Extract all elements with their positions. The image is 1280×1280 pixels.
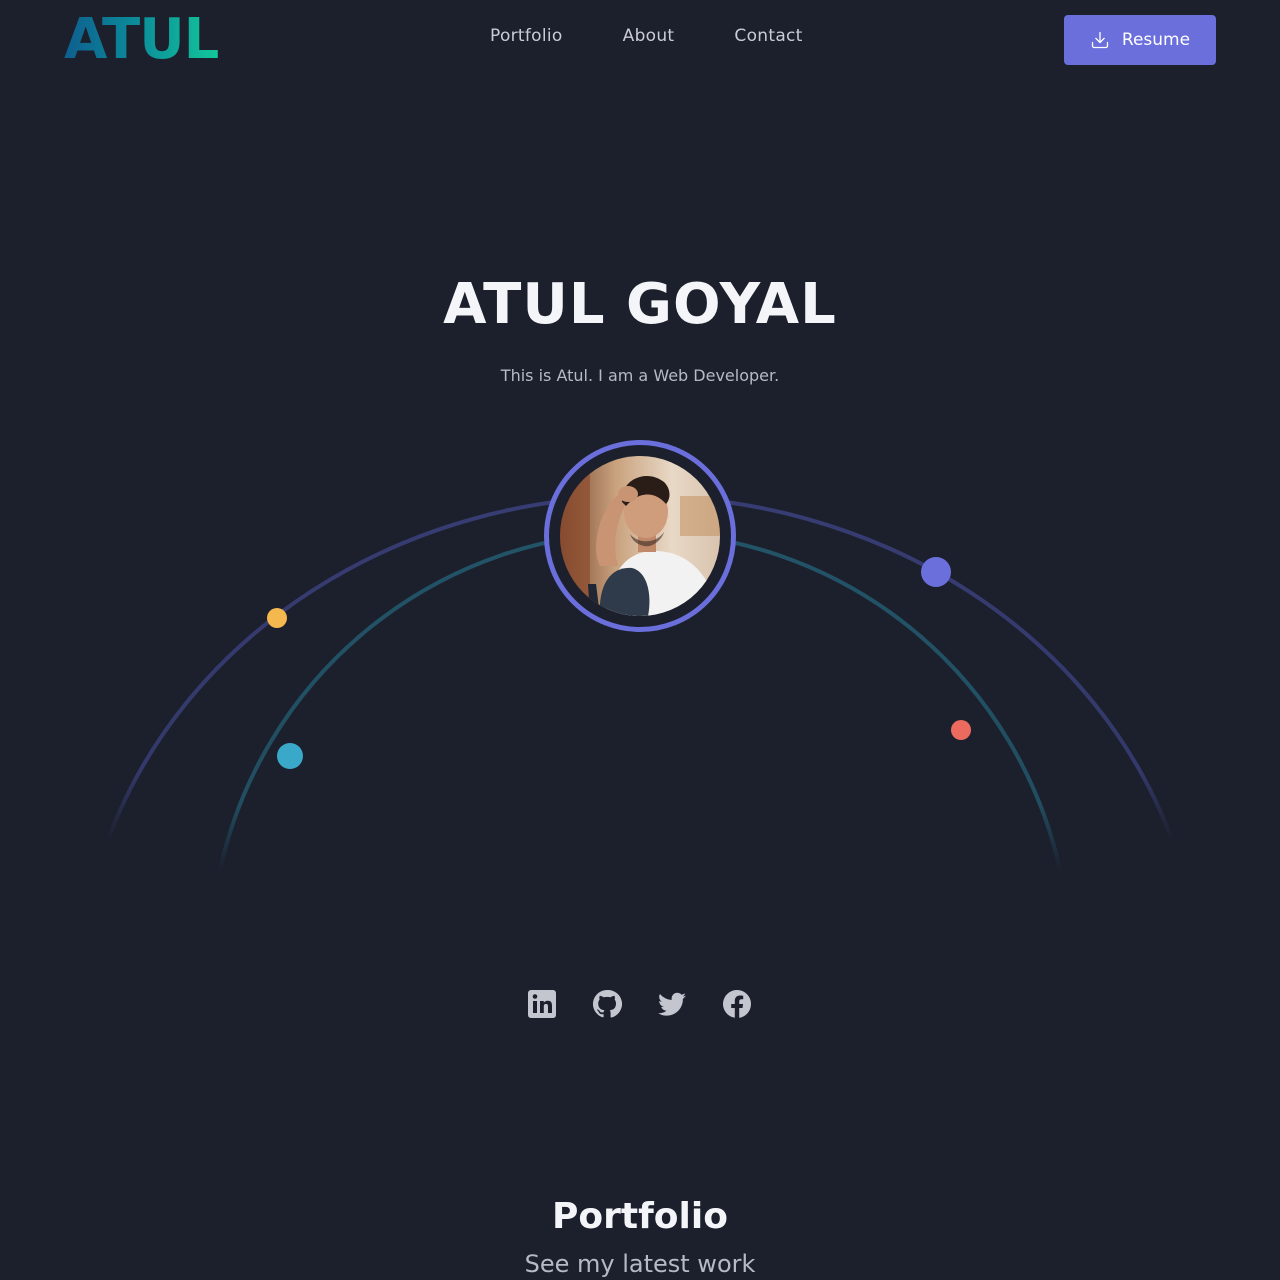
orbit-dot-red bbox=[951, 720, 971, 740]
orbit-dot-yellow bbox=[267, 608, 287, 628]
portfolio-subheading: See my latest work bbox=[524, 1250, 756, 1278]
social-links bbox=[526, 988, 753, 1020]
site-logo[interactable]: ATUL bbox=[64, 8, 219, 72]
resume-button[interactable]: Resume bbox=[1064, 15, 1216, 65]
github-icon[interactable] bbox=[591, 988, 623, 1020]
download-icon bbox=[1091, 31, 1109, 49]
nav-link-about[interactable]: About bbox=[623, 26, 675, 46]
orbit-dot-blue bbox=[921, 557, 951, 587]
hero-name: ATUL GOYAL bbox=[443, 272, 837, 337]
avatar-photo bbox=[560, 456, 720, 616]
hero-tagline: This is Atul. I am a Web Developer. bbox=[500, 366, 780, 385]
facebook-icon[interactable] bbox=[721, 988, 753, 1020]
portfolio-heading: Portfolio bbox=[552, 1196, 728, 1237]
twitter-icon[interactable] bbox=[656, 988, 688, 1020]
linkedin-icon[interactable] bbox=[526, 988, 558, 1020]
nav-link-contact[interactable]: Contact bbox=[734, 26, 802, 46]
nav-link-portfolio[interactable]: Portfolio bbox=[490, 26, 563, 46]
main-nav: Portfolio About Contact bbox=[490, 26, 803, 46]
orbit-dot-teal bbox=[277, 743, 303, 769]
avatar-ring bbox=[544, 440, 736, 632]
page: ATUL Portfolio About Contact Resume ATUL… bbox=[0, 0, 1280, 1280]
resume-button-label: Resume bbox=[1121, 30, 1191, 50]
site-header: ATUL Portfolio About Contact Resume bbox=[0, 0, 1280, 80]
avatar bbox=[560, 456, 720, 616]
